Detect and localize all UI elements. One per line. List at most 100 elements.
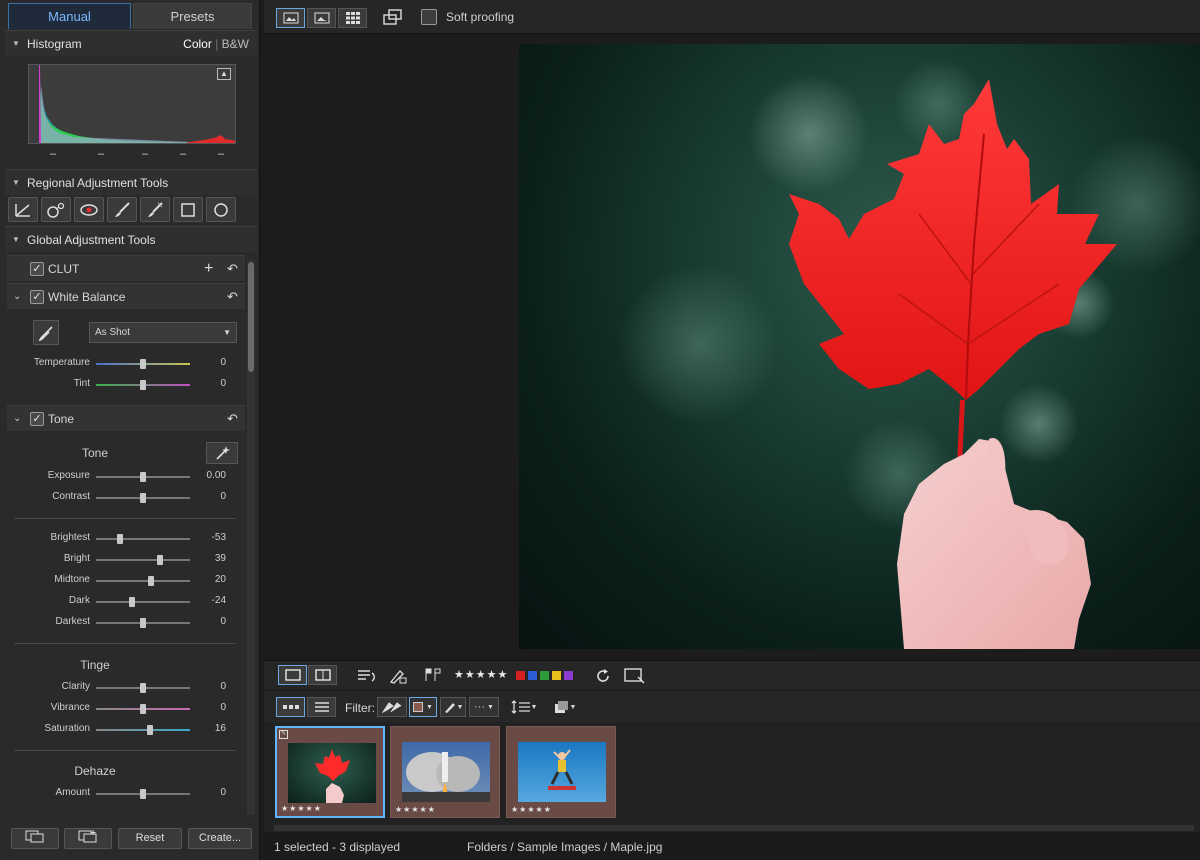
slider-thumb[interactable]: [140, 618, 146, 628]
slider-track[interactable]: [96, 683, 190, 693]
compare-button[interactable]: [382, 8, 404, 28]
color-label-swatch[interactable]: [564, 671, 573, 680]
slider-thumb[interactable]: [140, 359, 146, 369]
histogram-bw-toggle[interactable]: B&W: [222, 37, 249, 51]
slider-track[interactable]: [96, 576, 190, 586]
copy-settings-button[interactable]: [11, 828, 59, 849]
create-button[interactable]: Create...: [188, 828, 252, 849]
slider-thumb[interactable]: [140, 493, 146, 503]
collapse-triangle-icon[interactable]: ▼: [12, 31, 20, 57]
flag-filter-dropdown[interactable]: [377, 697, 407, 717]
thumbnail-card[interactable]: ★★★★★: [506, 726, 616, 818]
slider-track[interactable]: [96, 380, 190, 390]
chevron-down-icon[interactable]: ⌄: [13, 406, 21, 432]
collapse-triangle-icon[interactable]: ▼: [12, 170, 20, 196]
white-balance-preset-select[interactable]: As Shot ▼: [89, 322, 237, 343]
split-view-button[interactable]: [308, 665, 337, 685]
slider-thumb[interactable]: [116, 534, 123, 544]
main-image[interactable]: [519, 44, 1200, 649]
more-filter-dropdown[interactable]: ··· ▼: [469, 697, 499, 717]
filmstrip-thumbnails-view-button[interactable]: [276, 697, 305, 717]
view-mode-grid-button[interactable]: [338, 8, 367, 28]
slider-track[interactable]: [96, 789, 190, 799]
panel-scrollbar-thumb[interactable]: [248, 262, 254, 372]
auto-tone-button[interactable]: [206, 442, 238, 464]
slider-value[interactable]: 0: [192, 378, 226, 389]
rotate-stack-button[interactable]: [356, 667, 376, 685]
filmstrip-list-view-button[interactable]: [307, 697, 336, 717]
add-icon[interactable]: +: [204, 256, 213, 282]
slider-value[interactable]: -53: [192, 532, 226, 543]
circle-mask-button[interactable]: [206, 197, 236, 222]
color-filter-dropdown[interactable]: ▼: [409, 697, 437, 717]
chevron-down-icon[interactable]: ⌄: [13, 284, 21, 310]
tone-curve-tool-button[interactable]: [8, 197, 38, 222]
color-label-swatch[interactable]: [552, 671, 561, 680]
eyedropper-button[interactable]: [33, 320, 59, 345]
slider-value[interactable]: 0: [192, 681, 226, 692]
single-view-button[interactable]: [278, 665, 307, 685]
tone-checkbox[interactable]: ✓: [30, 412, 44, 426]
reset-button[interactable]: Reset: [118, 828, 182, 849]
rating-stars[interactable]: ★★★★★: [454, 668, 508, 681]
slider-thumb[interactable]: [128, 597, 135, 607]
slider-track[interactable]: [96, 704, 190, 714]
reset-icon[interactable]: ↶: [227, 256, 238, 282]
thumbnail-size-dropdown[interactable]: ▼: [552, 697, 578, 717]
color-label-swatch[interactable]: [528, 671, 537, 680]
slider-thumb[interactable]: [140, 380, 146, 390]
slider-track[interactable]: [96, 597, 190, 607]
spot-removal-tool-button[interactable]: [41, 197, 71, 222]
rectangle-mask-button[interactable]: [173, 197, 203, 222]
soft-proofing-checkbox[interactable]: [421, 9, 437, 25]
white-balance-checkbox[interactable]: ✓: [30, 290, 44, 304]
slider-track[interactable]: [96, 534, 190, 544]
slider-thumb[interactable]: [140, 789, 146, 799]
slider-value[interactable]: 39: [192, 553, 226, 564]
thumbnail-card[interactable]: ★★★★★: [390, 726, 500, 818]
slider-value[interactable]: -24: [192, 595, 226, 606]
slider-track[interactable]: [96, 359, 190, 369]
edit-tag-button[interactable]: [388, 667, 408, 685]
global-tools-header[interactable]: ▼ Global Adjustment Tools: [5, 226, 257, 252]
clut-checkbox[interactable]: ✓: [30, 262, 44, 276]
slider-value[interactable]: 20: [192, 574, 226, 585]
flag-button[interactable]: [424, 667, 444, 685]
slider-track[interactable]: [96, 725, 190, 735]
slider-value[interactable]: 16: [192, 723, 226, 734]
slider-track[interactable]: [96, 555, 190, 565]
slider-value[interactable]: 0: [192, 491, 226, 502]
thumbnail-card[interactable]: ✎ ★★★★★: [275, 726, 385, 818]
color-label-swatch[interactable]: [540, 671, 549, 680]
slider-track[interactable]: [96, 472, 190, 482]
fit-screen-button[interactable]: [624, 667, 646, 685]
red-eye-tool-button[interactable]: [74, 197, 104, 222]
slider-thumb[interactable]: [140, 683, 146, 693]
histogram-color-toggle[interactable]: Color: [183, 37, 212, 51]
filmstrip-scrollbar[interactable]: [274, 825, 1194, 831]
reset-icon[interactable]: ↶: [227, 406, 238, 432]
clipping-warning-icon[interactable]: ▲: [217, 68, 231, 80]
slider-thumb[interactable]: [147, 576, 154, 586]
histogram-header[interactable]: ▼ Histogram Color | B&W: [5, 30, 257, 56]
sort-dropdown[interactable]: ▼: [510, 697, 538, 717]
slider-track[interactable]: [96, 618, 190, 628]
white-balance-header[interactable]: ⌄ ✓ White Balance ↶: [7, 283, 245, 309]
view-mode-single-button[interactable]: [276, 8, 305, 28]
slider-value[interactable]: 0: [192, 357, 226, 368]
slider-thumb[interactable]: [146, 725, 153, 735]
collapse-triangle-icon[interactable]: ▼: [12, 227, 20, 253]
slider-value[interactable]: 0: [192, 616, 226, 627]
reset-icon[interactable]: ↶: [227, 284, 238, 310]
eraser-brush-button[interactable]: [140, 197, 170, 222]
slider-value[interactable]: 0: [192, 787, 226, 798]
slider-thumb[interactable]: [156, 555, 163, 565]
slider-value[interactable]: 0.00: [192, 470, 226, 481]
tone-header[interactable]: ⌄ ✓ Tone ↶: [7, 405, 245, 431]
tab-manual[interactable]: Manual: [8, 3, 131, 29]
view-mode-image-button[interactable]: [307, 8, 336, 28]
slider-thumb[interactable]: [140, 704, 146, 714]
adjustment-brush-button[interactable]: [107, 197, 137, 222]
slider-track[interactable]: [96, 493, 190, 503]
slider-value[interactable]: 0: [192, 702, 226, 713]
